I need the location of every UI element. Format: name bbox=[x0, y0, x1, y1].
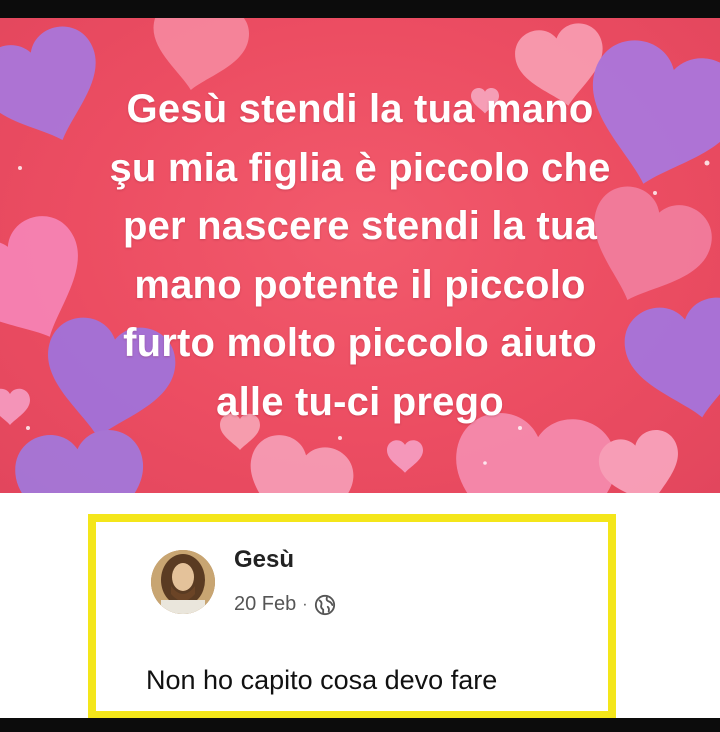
comment-meta: 20 Feb · bbox=[234, 593, 336, 616]
comment-date[interactable]: 20 Feb bbox=[234, 593, 296, 616]
bottom-frame-bar bbox=[0, 718, 720, 732]
post-image-text: Gesù stendi la tua mano şu mia figlia è … bbox=[109, 87, 611, 424]
comment-text: Non ho capito cosa devo fare bbox=[146, 665, 498, 695]
post-image: Gesù stendi la tua mano şu mia figlia è … bbox=[0, 18, 720, 493]
top-frame-bar bbox=[0, 0, 720, 18]
comment-highlight-box: Gesù 20 Feb · Non ho capito cosa devo fa… bbox=[88, 514, 616, 719]
avatar[interactable] bbox=[151, 550, 215, 614]
comment-author-name[interactable]: Gesù bbox=[234, 546, 294, 574]
avatar-portrait-icon bbox=[151, 550, 215, 614]
meta-separator: · bbox=[302, 595, 308, 613]
globe-icon bbox=[314, 594, 335, 615]
